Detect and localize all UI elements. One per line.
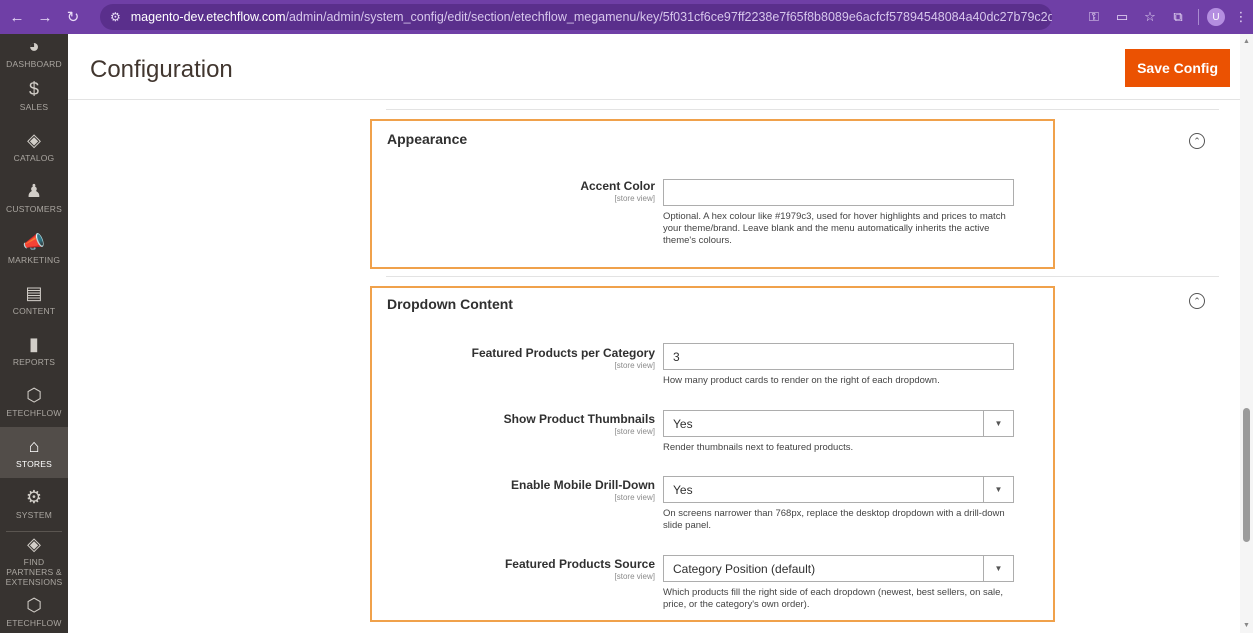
sidebar-item-marketing[interactable]: 📣 MARKETING <box>0 223 68 274</box>
bookmark-star-icon[interactable]: ☆ <box>1138 9 1162 25</box>
scrollbar-thumb[interactable] <box>1243 408 1250 542</box>
accent-color-note: Optional. A hex colour like #1979c3, use… <box>663 211 1006 246</box>
sidebar-item-label: FIND PARTNERS & EXTENSIONS <box>5 556 63 587</box>
reload-icon[interactable]: ↻ <box>62 6 84 28</box>
gear-icon: ⚙ <box>25 487 43 507</box>
site-settings-icon[interactable]: ⚙ <box>110 10 121 24</box>
dollar-icon: $ <box>28 79 39 99</box>
sidebar-item-etechflow[interactable]: ⬡ ETECHFLOW <box>0 376 68 427</box>
sidebar-divider <box>6 531 62 532</box>
megaphone-icon: 📣 <box>22 232 46 252</box>
back-icon[interactable]: ← <box>6 6 28 28</box>
sidebar-item-label: STORES <box>16 459 52 469</box>
show-thumbnails-scope: [store view] <box>614 427 655 436</box>
featured-source-value: Category Position (default) <box>673 561 816 576</box>
section-divider <box>386 109 1219 110</box>
mobile-drilldown-label: Enable Mobile Drill-Down <box>510 478 655 492</box>
sidebar-item-find-partners-extensions[interactable]: ◈ FIND PARTNERS & EXTENSIONS <box>0 533 68 587</box>
sidebar-item-label: DASHBOARD <box>6 58 62 69</box>
browser-toolbar: ← → ↻ ⚙ magento-dev.etechflow.com/admin/… <box>0 0 1253 34</box>
collapse-appearance-icon[interactable]: ⌃ <box>1189 133 1205 149</box>
sidebar-item-label: ETECHFLOW <box>6 618 62 628</box>
tab-view-icon[interactable]: ▭ <box>1110 9 1134 25</box>
sidebar-item-customers[interactable]: ♟ CUSTOMERS <box>0 172 68 223</box>
sidebar-item-label: SYSTEM <box>15 510 53 520</box>
scroll-up-arrow-icon[interactable]: ▲ <box>1243 38 1250 45</box>
featured-source-note: Which products fill the right side of ea… <box>663 587 1004 610</box>
featured-per-category-scope: [store view] <box>614 361 655 370</box>
cube-icon: ◈ <box>27 130 41 150</box>
sidebar-item-label: CATALOG <box>13 153 55 163</box>
appearance-section: Appearance Accent Color [store view] Opt… <box>370 119 1055 269</box>
accent-color-input[interactable] <box>663 179 1014 206</box>
mobile-drilldown-note: On screens narrower than 768px, replace … <box>663 508 1005 531</box>
scroll-down-arrow-icon[interactable]: ▼ <box>1243 622 1250 629</box>
sidebar-item-sales[interactable]: $ SALES <box>0 70 68 121</box>
sidebar-item-dashboard[interactable]: ◕ DASHBOARD <box>0 34 68 70</box>
show-thumbnails-value: Yes <box>673 416 693 431</box>
box-icon: ◈ <box>27 533 41 554</box>
dashboard-icon: ◕ <box>28 35 40 56</box>
sidebar-item-etechflow[interactable]: ⬡ ETECHFLOW <box>0 586 68 633</box>
sidebar-item-reports[interactable]: ▮ REPORTS <box>0 325 68 376</box>
chevron-down-icon[interactable]: ▼ <box>983 411 1013 436</box>
person-icon: ♟ <box>25 181 43 201</box>
collapse-dropdown-icon[interactable]: ⌃ <box>1189 293 1205 309</box>
profile-avatar[interactable]: U <box>1207 8 1225 26</box>
featured-per-category-input[interactable]: 3 <box>663 343 1014 370</box>
forward-icon[interactable]: → <box>34 6 56 28</box>
store-icon: ⌂ <box>28 436 40 456</box>
hexagon-icon: ⬡ <box>26 385 42 405</box>
password-key-icon[interactable]: ⚿ <box>1082 9 1106 25</box>
sidebar-item-content[interactable]: ▤ CONTENT <box>0 274 68 325</box>
sidebar-item-label: ETECHFLOW <box>6 408 62 418</box>
section-divider <box>386 276 1219 277</box>
show-thumbnails-select[interactable]: Yes ▼ <box>663 410 1014 437</box>
appearance-section-title[interactable]: Appearance <box>387 131 467 147</box>
featured-source-select[interactable]: Category Position (default) ▼ <box>663 555 1014 582</box>
accent-color-scope: [store view] <box>614 194 655 203</box>
sidebar-item-stores[interactable]: ⌂ STORES <box>0 427 68 478</box>
sidebar-item-catalog[interactable]: ◈ CATALOG <box>0 121 68 172</box>
sidebar-item-label: REPORTS <box>12 357 56 367</box>
sidebar-item-label: CUSTOMERS <box>6 204 62 214</box>
featured-source-scope: [store view] <box>614 572 655 581</box>
show-thumbnails-label: Show Product Thumbnails <box>503 412 655 426</box>
kebab-menu-icon[interactable]: ⋮ <box>1229 9 1253 25</box>
page-header: Configuration Save Config <box>68 34 1240 100</box>
layout-icon: ▤ <box>25 283 43 303</box>
hexagon-icon: ⬡ <box>26 595 42 615</box>
save-config-button[interactable]: Save Config <box>1125 49 1230 87</box>
show-thumbnails-note: Render thumbnails next to featured produ… <box>663 442 854 453</box>
sidebar-item-system[interactable]: ⚙ SYSTEM <box>0 478 68 529</box>
dropdown-section-title[interactable]: Dropdown Content <box>387 296 513 312</box>
chevron-down-icon[interactable]: ▼ <box>983 477 1013 502</box>
toolbar-divider <box>1198 9 1199 25</box>
sidebar-item-label: SALES <box>19 102 49 112</box>
address-bar[interactable]: ⚙ magento-dev.etechflow.com/admin/admin/… <box>100 4 1052 30</box>
accent-color-label: Accent Color <box>580 179 655 193</box>
extensions-icon[interactable]: ⧉ <box>1166 9 1190 25</box>
dropdown-content-section: Dropdown Content Featured Products per C… <box>370 286 1055 622</box>
mobile-drilldown-scope: [store view] <box>614 493 655 502</box>
bar-chart-icon: ▮ <box>29 334 39 354</box>
sidebar-item-label: MARKETING <box>7 255 61 265</box>
mobile-drilldown-value: Yes <box>673 482 693 497</box>
sidebar-item-label: CONTENT <box>12 306 56 316</box>
config-main: Appearance Accent Color [store view] Opt… <box>68 100 1240 633</box>
featured-per-category-note: How many product cards to render on the … <box>663 375 940 386</box>
featured-per-category-label: Featured Products per Category <box>471 346 655 360</box>
featured-source-label: Featured Products Source <box>504 557 655 571</box>
page-scrollbar[interactable]: ▲ ▼ <box>1240 34 1253 633</box>
page-title: Configuration <box>90 56 233 83</box>
admin-sidebar: ◕ DASHBOARD $ SALES ◈ CATALOG ♟ CUSTOMERS 📣 MARKE… <box>0 34 68 633</box>
mobile-drilldown-select[interactable]: Yes ▼ <box>663 476 1014 503</box>
chevron-down-icon[interactable]: ▼ <box>983 556 1013 581</box>
url-text: magento-dev.etechflow.com/admin/admin/sy… <box>130 10 1052 24</box>
